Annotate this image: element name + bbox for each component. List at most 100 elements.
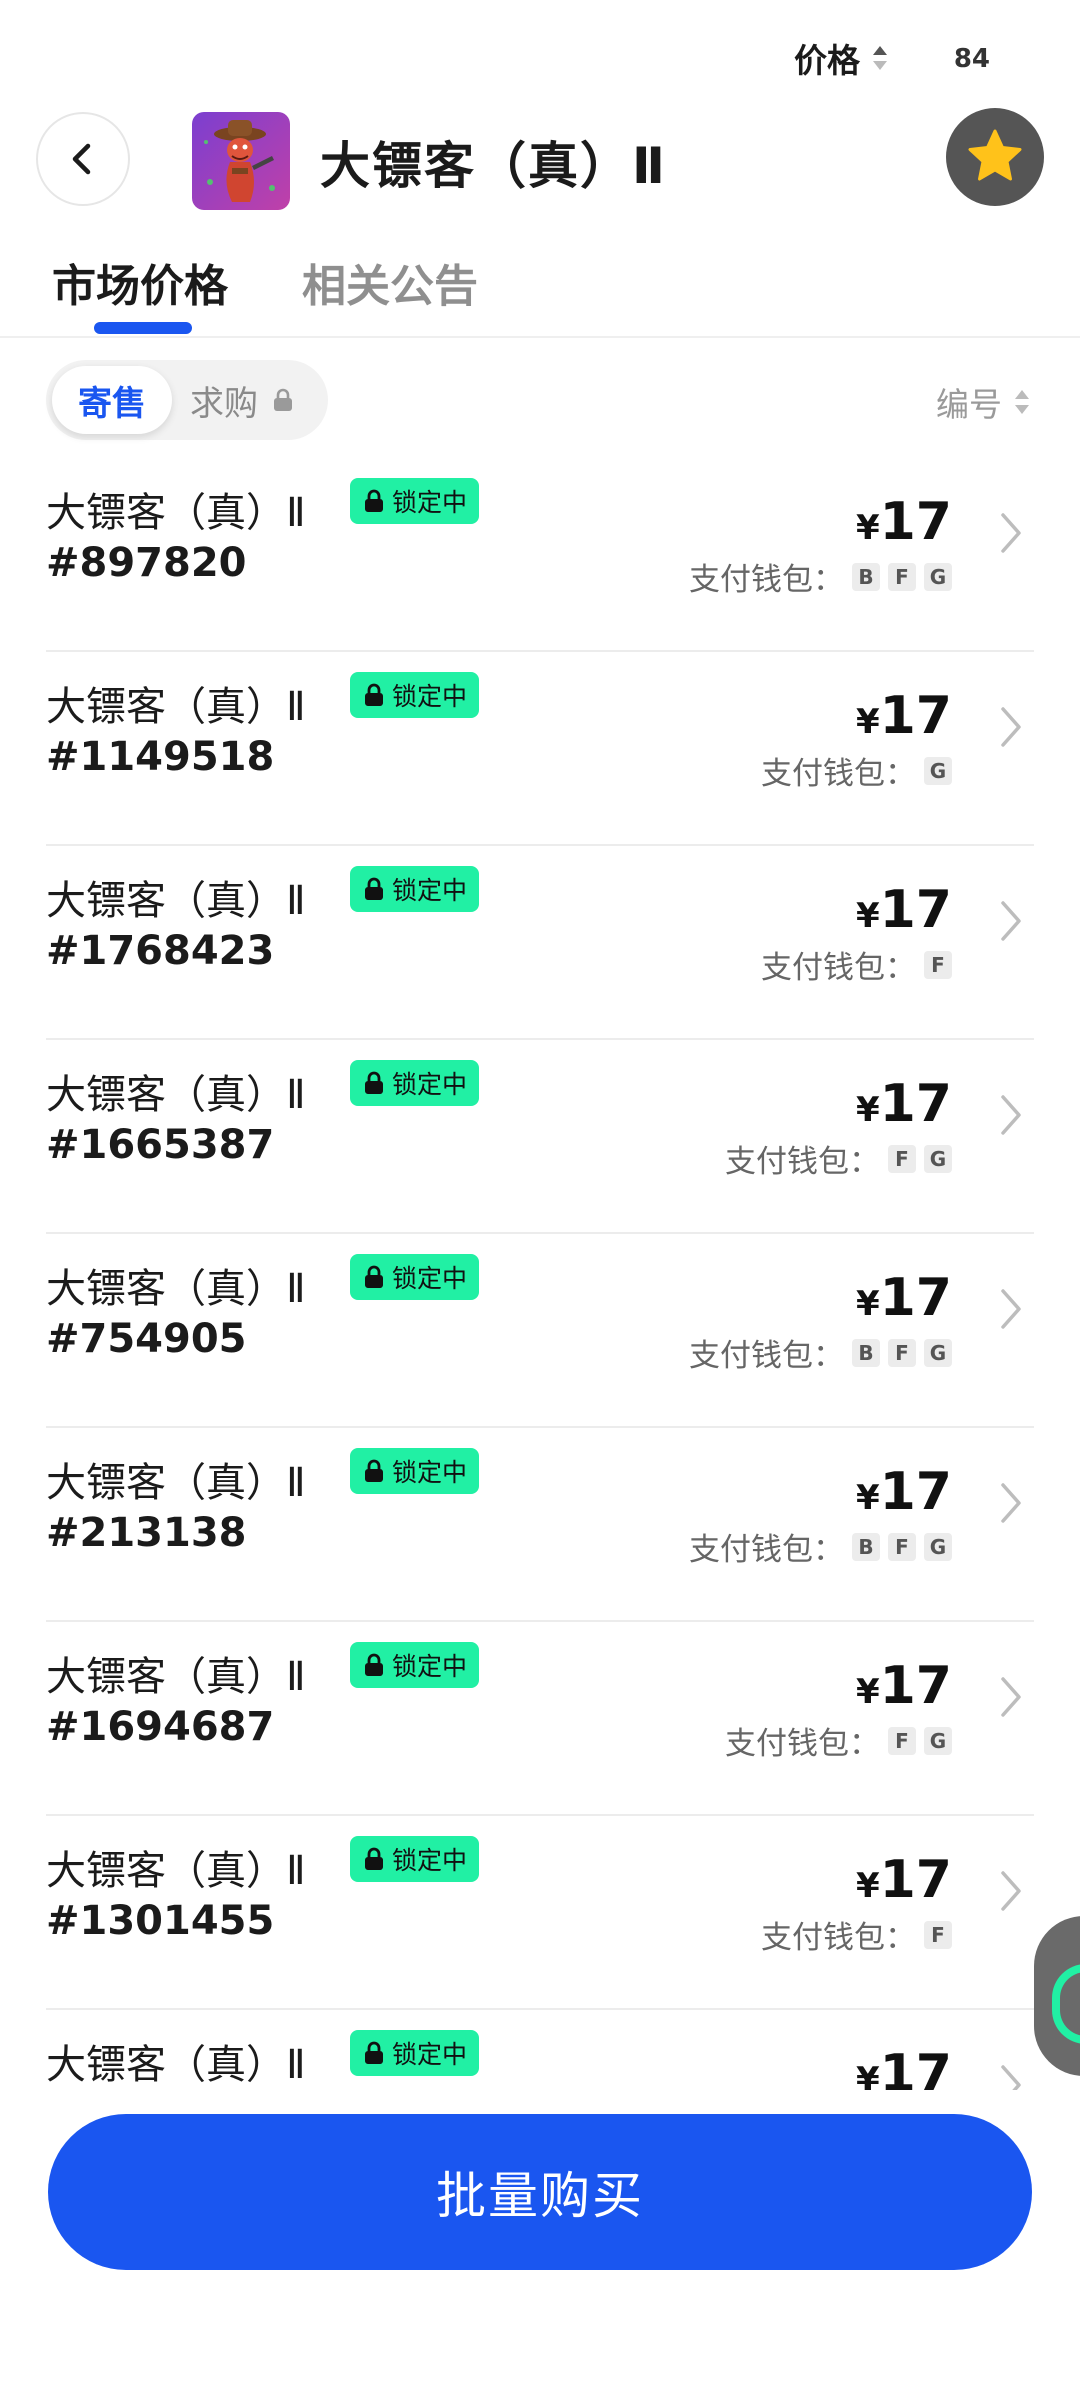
locked-badge-label: 锁定中 — [392, 1264, 468, 1293]
payment-wallets: 支付钱包： F — [761, 942, 952, 987]
wallet-tag: G — [924, 756, 952, 785]
item-name: 大镖客（真）Ⅱ — [46, 878, 306, 924]
locked-badge-label: 锁定中 — [392, 1070, 468, 1099]
payment-wallets: 支付钱包： G — [761, 748, 952, 793]
wallet-tag: B — [852, 1532, 880, 1561]
listing-row[interactable]: 大镖客（真）Ⅱ 锁定中 #1665387 ¥17 支付钱包： F G — [46, 1040, 1034, 1234]
listing-row[interactable]: 大镖客（真）Ⅱ 锁定中 #1149518 ¥17 支付钱包： G — [46, 652, 1034, 846]
item-price: ¥17 — [856, 880, 952, 940]
item-price: ¥17 — [856, 1462, 952, 1522]
lock-icon — [365, 1265, 383, 1288]
currency-symbol: ¥ — [855, 1284, 880, 1324]
locked-badge: 锁定中 — [350, 1060, 480, 1106]
item-name: 大镖客（真）Ⅱ — [46, 1266, 306, 1312]
locked-badge-label: 锁定中 — [392, 876, 468, 905]
item-price: ¥17 — [856, 1268, 952, 1328]
wallet-label: 支付钱包： — [761, 756, 916, 792]
locked-badge: 锁定中 — [350, 2030, 480, 2076]
wallet-label: 支付钱包： — [725, 1726, 880, 1762]
listing-row[interactable]: 大镖客（真）Ⅱ 锁定中 #897820 ¥17 支付钱包： B F G — [46, 458, 1034, 652]
wallet-tag: F — [888, 1338, 916, 1367]
locked-badge: 锁定中 — [350, 1836, 480, 1882]
sort-price-label: 价格 — [794, 41, 860, 80]
currency-symbol: ¥ — [855, 1672, 880, 1712]
payment-wallets: 支付钱包： F — [761, 1912, 952, 1957]
chevron-right-icon — [1001, 1677, 1021, 1717]
currency-symbol: ¥ — [855, 896, 880, 936]
wallet-tag: F — [888, 1726, 916, 1755]
chevron-left-icon — [72, 143, 91, 175]
item-name: 大镖客（真）Ⅱ — [46, 1072, 306, 1118]
wallet-label: 支付钱包： — [689, 1532, 844, 1568]
item-serial: #213138 — [46, 1510, 247, 1556]
item-serial: #1768423 — [46, 928, 275, 974]
price-amount: 17 — [879, 880, 952, 940]
price-amount: 17 — [879, 1462, 952, 1522]
tab-bar: 市场价格 相关公告 — [0, 250, 1080, 338]
listing-row[interactable]: 大镖客（真）Ⅱ 锁定中 #213138 ¥17 支付钱包： B F G — [46, 1428, 1034, 1622]
lock-icon — [365, 1847, 383, 1870]
payment-wallets: 支付钱包： F G — [725, 1718, 952, 1763]
sort-by-price[interactable]: 价格 — [794, 34, 998, 82]
lock-icon — [365, 1653, 383, 1676]
item-price: ¥17 — [856, 686, 952, 746]
chevron-right-icon — [1001, 901, 1021, 941]
tab-announcements[interactable]: 相关公告 — [302, 250, 478, 314]
item-name: 大镖客（真）Ⅱ — [46, 490, 306, 536]
payment-wallets: 支付钱包： B F G — [689, 1330, 952, 1375]
item-serial: #1665387 — [46, 1122, 275, 1168]
sort-by-number[interactable]: 编号 — [936, 378, 1032, 426]
payment-wallets: 支付钱包： B F G — [689, 554, 952, 599]
segment-purchase-label: 求购 — [190, 383, 258, 424]
chevron-right-icon — [1001, 707, 1021, 747]
bulk-buy-button[interactable]: 批量购买 — [48, 2114, 1032, 2270]
wallet-label: 支付钱包： — [689, 562, 844, 598]
item-price: ¥17 — [856, 1656, 952, 1716]
segment-purchase[interactable]: 求购 — [190, 360, 296, 440]
chevron-right-icon — [1001, 513, 1021, 553]
payment-wallets: 支付钱包： B F G — [689, 1524, 952, 1569]
listing-row[interactable]: 大镖客（真）Ⅱ 锁定中 #1768423 ¥17 支付钱包： F — [46, 846, 1034, 1040]
lock-icon — [365, 1459, 383, 1482]
tab-market-price[interactable]: 市场价格 — [52, 250, 228, 314]
payment-wallets: 支付钱包： F G — [725, 1136, 952, 1181]
locked-badge: 锁定中 — [350, 672, 480, 718]
price-amount: 17 — [879, 686, 952, 746]
item-price: ¥17 — [856, 1850, 952, 1910]
wallet-tag: G — [924, 1338, 952, 1367]
item-serial: #1301455 — [46, 1898, 275, 1944]
wallet-tag: G — [924, 1144, 952, 1173]
currency-symbol: ¥ — [855, 1478, 880, 1518]
listing-list: 大镖客（真）Ⅱ 锁定中 #897820 ¥17 支付钱包： B F G 大镖客（真）Ⅱ 锁定中 #1… — [46, 458, 1034, 2202]
wallet-tag: F — [924, 1920, 952, 1949]
item-name: 大镖客（真）Ⅱ — [46, 1654, 306, 1700]
item-name: 大镖客（真）Ⅱ — [46, 1460, 306, 1506]
locked-badge-label: 锁定中 — [392, 1458, 468, 1487]
currency-symbol: ¥ — [855, 508, 880, 548]
lock-icon — [365, 877, 383, 900]
lock-icon — [365, 683, 383, 706]
listing-row[interactable]: 大镖客（真）Ⅱ 锁定中 #1694687 ¥17 支付钱包： F G — [46, 1622, 1034, 1816]
segment-consignment[interactable]: 寄售 — [52, 366, 172, 434]
item-name: 大镖客（真）Ⅱ — [46, 1848, 306, 1894]
wallet-tag: F — [888, 1532, 916, 1561]
floating-service-button[interactable] — [1034, 1916, 1080, 2076]
item-serial: #1694687 — [46, 1704, 275, 1750]
locked-badge-label: 锁定中 — [392, 488, 468, 517]
lock-icon — [274, 388, 292, 411]
star-icon — [968, 129, 1022, 181]
wallet-tag: G — [924, 1532, 952, 1561]
price-amount: 17 — [879, 1074, 952, 1134]
currency-symbol: ¥ — [855, 702, 880, 742]
listing-row[interactable]: 大镖客（真）Ⅱ 锁定中 #1301455 ¥17 支付钱包： F — [46, 1816, 1034, 2010]
lock-icon — [365, 1071, 383, 1094]
favorite-button[interactable] — [946, 108, 1044, 206]
back-button[interactable] — [36, 112, 130, 206]
wallet-tag: B — [852, 1338, 880, 1367]
headset-icon — [1052, 1964, 1080, 2044]
wallet-label: 支付钱包： — [761, 950, 916, 986]
listing-type-toggle: 寄售 求购 — [46, 360, 328, 440]
listing-row[interactable]: 大镖客（真）Ⅱ 锁定中 #754905 ¥17 支付钱包： B F G — [46, 1234, 1034, 1428]
locked-badge: 锁定中 — [350, 1448, 480, 1494]
page-title: 大镖客（真）Ⅱ — [320, 137, 667, 195]
